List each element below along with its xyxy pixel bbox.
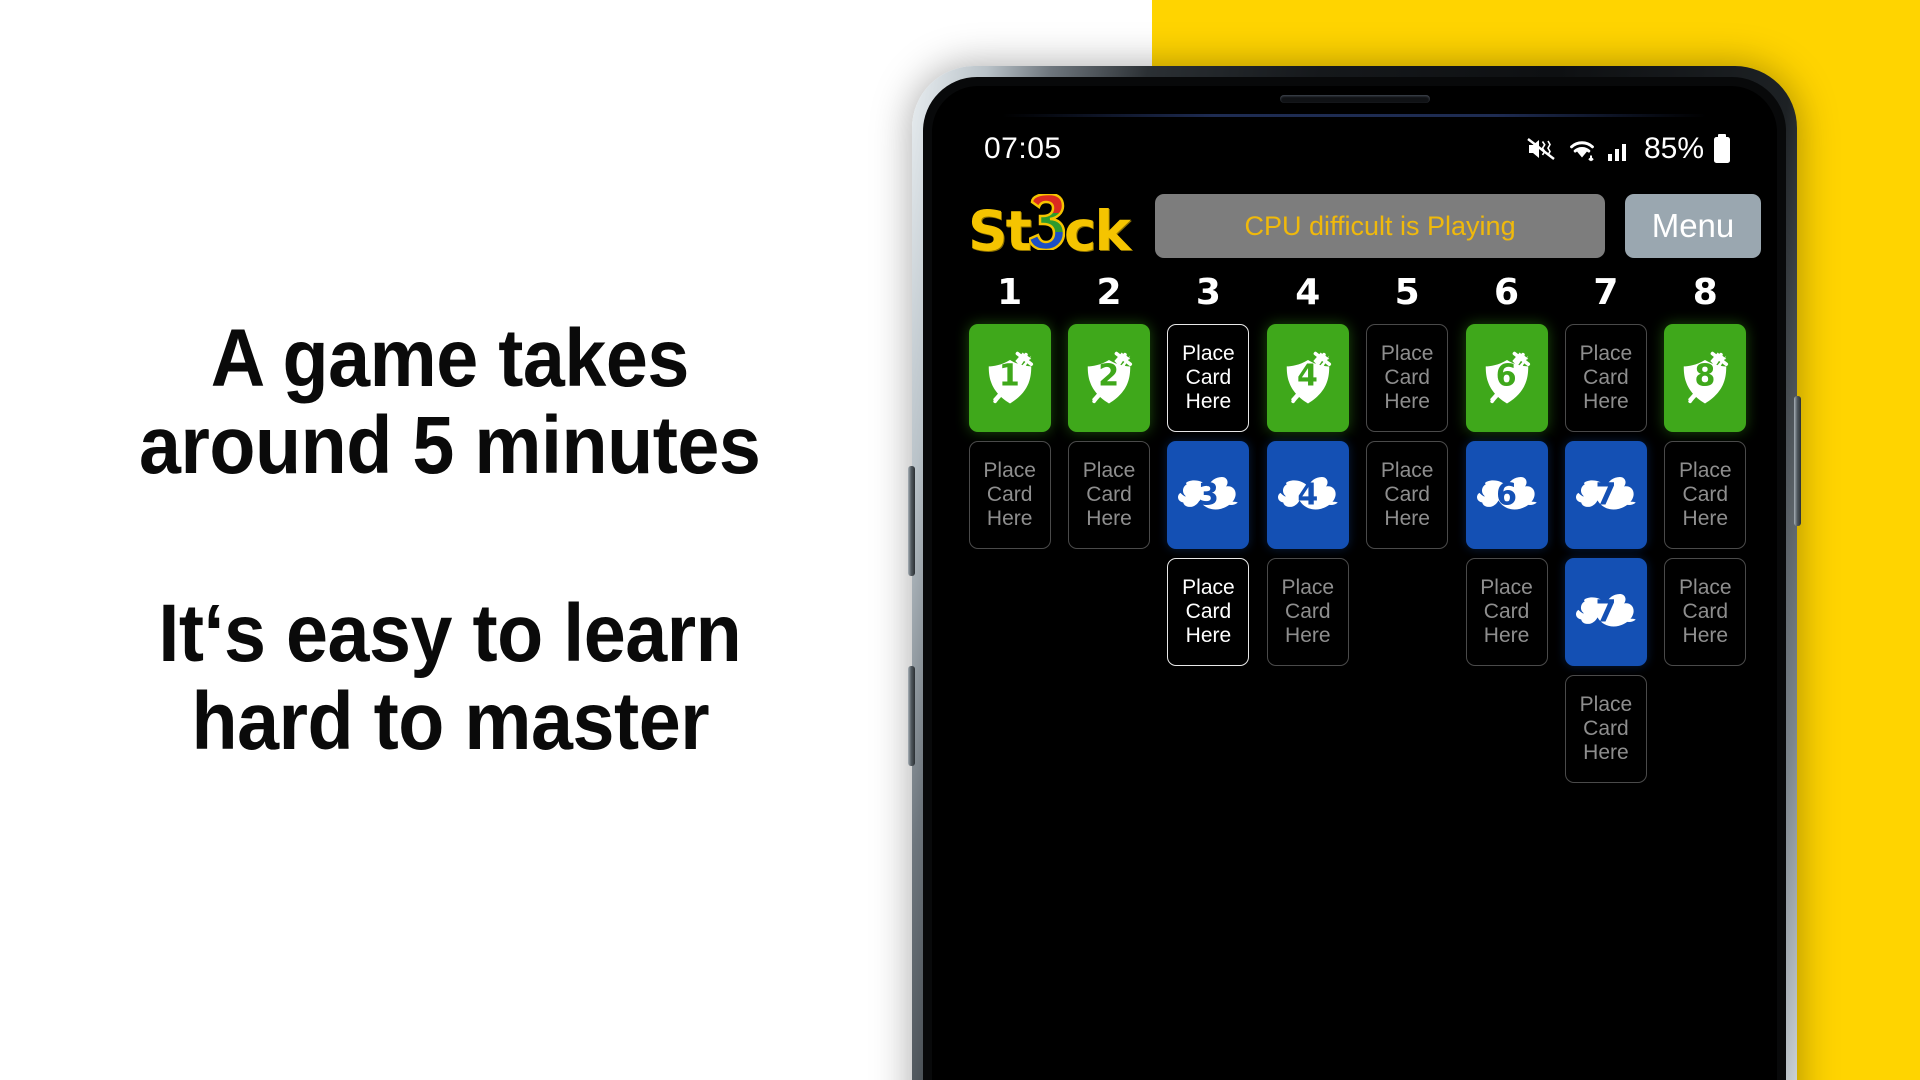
marketing-copy: A game takes around 5 minutes It‘s easy … [0,0,900,1080]
marketing-copy-bottom: It‘s easy to learn hard to master [133,590,767,765]
shield-swords-icon [1684,351,1729,404]
game-board: 1 Place Card Here 2 Place Card Here Place Card He… [960,324,1755,783]
board-column-5: Place Card Here Place Card Here [1358,324,1457,783]
phone-volume-down-button[interactable] [908,666,915,766]
logo-part-1: St [968,198,1032,263]
menu-button[interactable]: Menu [1625,194,1761,258]
column-header-6: 6 [1494,272,1520,313]
phone-power-button[interactable] [1794,396,1801,526]
wing-swirl-icon [1277,476,1338,510]
place-card-label: Place Card Here [1679,576,1732,647]
wing-swirl-icon [1178,476,1239,510]
place-card-slot[interactable]: Place Card Here [1266,558,1349,666]
card-green-4[interactable]: 4 [1266,324,1349,432]
place-card-slot-active[interactable]: Place Card Here [1167,558,1250,666]
place-card-slot[interactable]: Place Card Here [1664,558,1747,666]
marketing-line-1: A game takes [210,312,690,404]
board-column-3: Place Card Here 3 Place Card Here [1159,324,1258,783]
wing-swirl-icon [1476,476,1537,510]
marketing-copy-top: A game takes around 5 minutes [112,312,787,492]
place-card-slot[interactable]: Place Card Here [1564,675,1647,783]
wing-swirl-icon [1575,476,1636,510]
place-card-slot[interactable]: Place Card Here [1465,558,1548,666]
marketing-line-2: around 5 minutes [139,400,761,492]
card-green-8[interactable]: 8 [1664,324,1747,432]
shield-swords-icon [1286,351,1331,404]
place-card-label: Place Card Here [1082,459,1136,530]
wifi-icon [1570,141,1594,162]
shield-swords-icon [988,351,1033,404]
phone-volume-up-button[interactable] [908,466,915,576]
column-header-4: 4 [1295,272,1321,313]
column-header-1: 1 [997,272,1023,313]
card-blue-4[interactable]: 4 [1266,441,1349,549]
logo-digit-3-icon [1028,193,1065,250]
signal-bars-icon [1607,144,1626,161]
battery-icon [1714,134,1730,163]
place-card-label: Place Card Here [1281,576,1335,647]
card-blue-3[interactable]: 3 [1167,441,1250,549]
shield-swords-icon [1485,351,1530,404]
turn-status-banner: CPU difficult is Playing [1155,194,1605,258]
place-card-label: Place Card Here [1579,693,1633,764]
place-card-slot[interactable]: Place Card Here [1664,441,1747,549]
phone-screen: 07:05 85% St ck CPU difficult is Playing… [932,86,1777,1080]
marketing-line-3: It‘s easy to learn [158,588,742,679]
card-green-6[interactable]: 6 [1465,324,1548,432]
screen-sheen [1002,114,1707,117]
place-card-label: Place Card Here [1480,576,1533,647]
place-card-slot[interactable]: Place Card Here [968,441,1051,549]
marketing-line-4: hard to master [191,675,709,767]
board-column-7: Place Card Here 7 7 Place Card Here [1556,324,1655,783]
android-status-bar: 07:05 85% [932,126,1777,172]
phone-earpiece-speaker [1279,95,1430,103]
place-card-label: Place Card Here [1182,576,1235,647]
status-icon-group: 85% [1527,132,1731,166]
column-header-8: 8 [1692,272,1718,313]
card-green-1[interactable]: 1 [968,324,1051,432]
phone-device-mockup: 07:05 85% St ck CPU difficult is Playing… [908,66,1801,1080]
place-card-slot-active[interactable]: Place Card Here [1167,324,1250,432]
card-blue-7[interactable]: 7 [1564,441,1647,549]
game-logo: St ck [968,193,1131,263]
board-column-1: 1 Place Card Here [960,324,1059,783]
column-header-5: 5 [1394,272,1420,313]
board-column-8: 8 Place Card Here Place Card Here [1656,324,1755,783]
board-column-2: 2 Place Card Here [1059,324,1158,783]
battery-percent-label: 85% [1643,132,1704,165]
place-card-slot[interactable]: Place Card Here [1564,324,1647,432]
place-card-slot[interactable]: Place Card Here [1366,324,1449,432]
board-column-4: 4 4 Place Card Here [1258,324,1357,783]
column-header-3: 3 [1195,272,1221,313]
place-card-label: Place Card Here [1182,342,1235,413]
place-card-label: Place Card Here [1380,342,1434,413]
place-card-label: Place Card Here [1579,342,1633,413]
place-card-label: Place Card Here [1380,459,1434,530]
place-card-label: Place Card Here [1679,459,1732,530]
mute-vibrate-icon [1527,138,1555,160]
card-green-2[interactable]: 2 [1068,324,1151,432]
column-header-2: 2 [1096,272,1122,313]
place-card-label: Place Card Here [983,459,1036,530]
wing-swirl-icon [1575,593,1636,627]
game-app-header: St ck CPU difficult is Playing Menu [932,186,1777,266]
column-header-7: 7 [1593,272,1619,313]
place-card-slot[interactable]: Place Card Here [1068,441,1151,549]
shield-swords-icon [1087,351,1133,404]
place-card-slot[interactable]: Place Card Here [1366,441,1449,549]
board-column-headers: 1 2 3 4 5 6 7 8 [960,272,1755,313]
status-clock: 07:05 [984,132,1062,165]
card-blue-6[interactable]: 6 [1465,441,1548,549]
logo-part-3: ck [1063,198,1131,263]
slide-canvas: A game takes around 5 minutes It‘s easy … [0,0,1920,1080]
board-column-6: 6 6 Place Card Here [1457,324,1556,783]
card-blue-7[interactable]: 7 [1564,558,1647,666]
